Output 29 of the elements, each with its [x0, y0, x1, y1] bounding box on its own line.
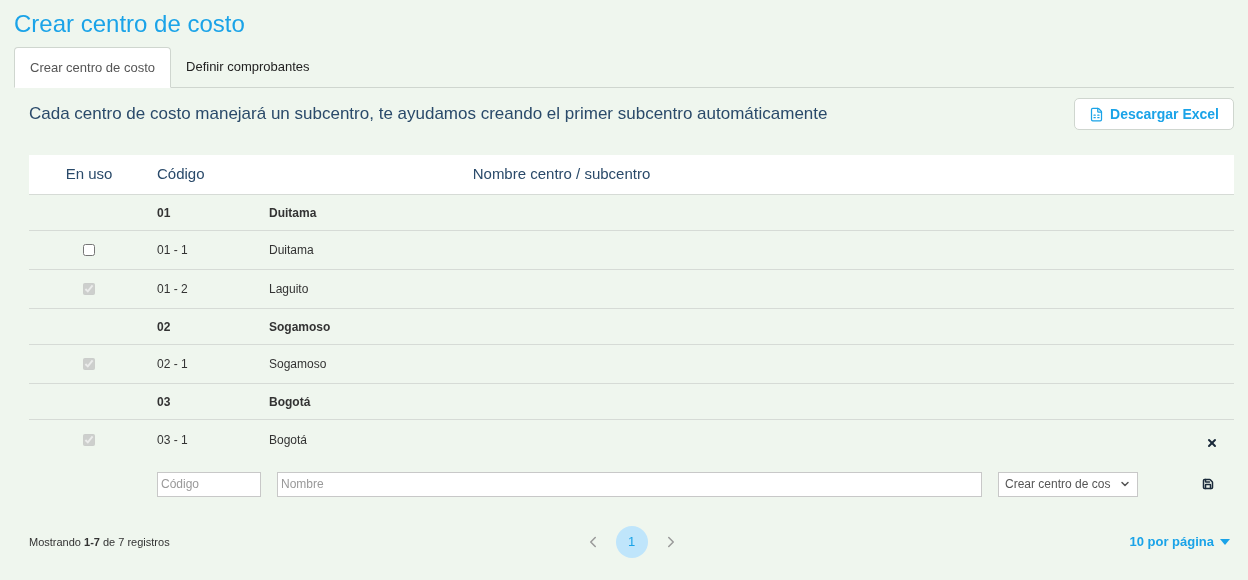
column-header: En uso	[64, 164, 114, 185]
table-cell-text: 01	[156, 204, 172, 222]
table-cell-text: Sogamoso	[269, 356, 328, 373]
table-cell-text: Sogamoso	[269, 318, 331, 336]
table-cell-text: 03	[156, 393, 172, 411]
page-title: Crear centro de costo	[14, 10, 246, 38]
column-header: Código	[156, 164, 206, 185]
tab[interactable]: Definir comprobantes	[171, 47, 325, 87]
name-input[interactable]: Nombre	[277, 471, 982, 497]
table-cell-text: Duitama	[269, 204, 317, 222]
table-cell-text: 01 - 1	[156, 242, 189, 259]
code-input[interactable]: Código	[157, 471, 261, 497]
table-cell-text: 03 - 1	[156, 431, 189, 449]
tab[interactable]: Crear centro de costo	[14, 47, 171, 88]
spreadsheet-icon	[1089, 106, 1105, 122]
caret-icon	[1220, 539, 1230, 545]
in-use-checkbox[interactable]	[83, 244, 95, 256]
table-cell-text: Bogotá	[269, 393, 311, 411]
column-header: Nombre centro / subcentro	[471, 164, 652, 185]
description-text: Cada centro de costo manejará un subcentro, te ayudamos creando el primer subcentro automáticamente	[29, 103, 828, 126]
save-icon[interactable]	[1202, 478, 1214, 490]
table-cell-text: 01 - 2	[156, 281, 189, 298]
table-cell-text: Laguito	[269, 281, 310, 298]
table-cell-text: Bogotá	[269, 431, 309, 449]
table-cell-text: Duitama	[269, 242, 315, 259]
type-select[interactable]: Crear centro de cos	[998, 471, 1138, 497]
table-cell-text: 02 - 1	[156, 356, 189, 373]
table-cell-text: 02	[156, 318, 172, 336]
records-summary: Mostrando 1-7 de 7 registros	[29, 534, 171, 550]
